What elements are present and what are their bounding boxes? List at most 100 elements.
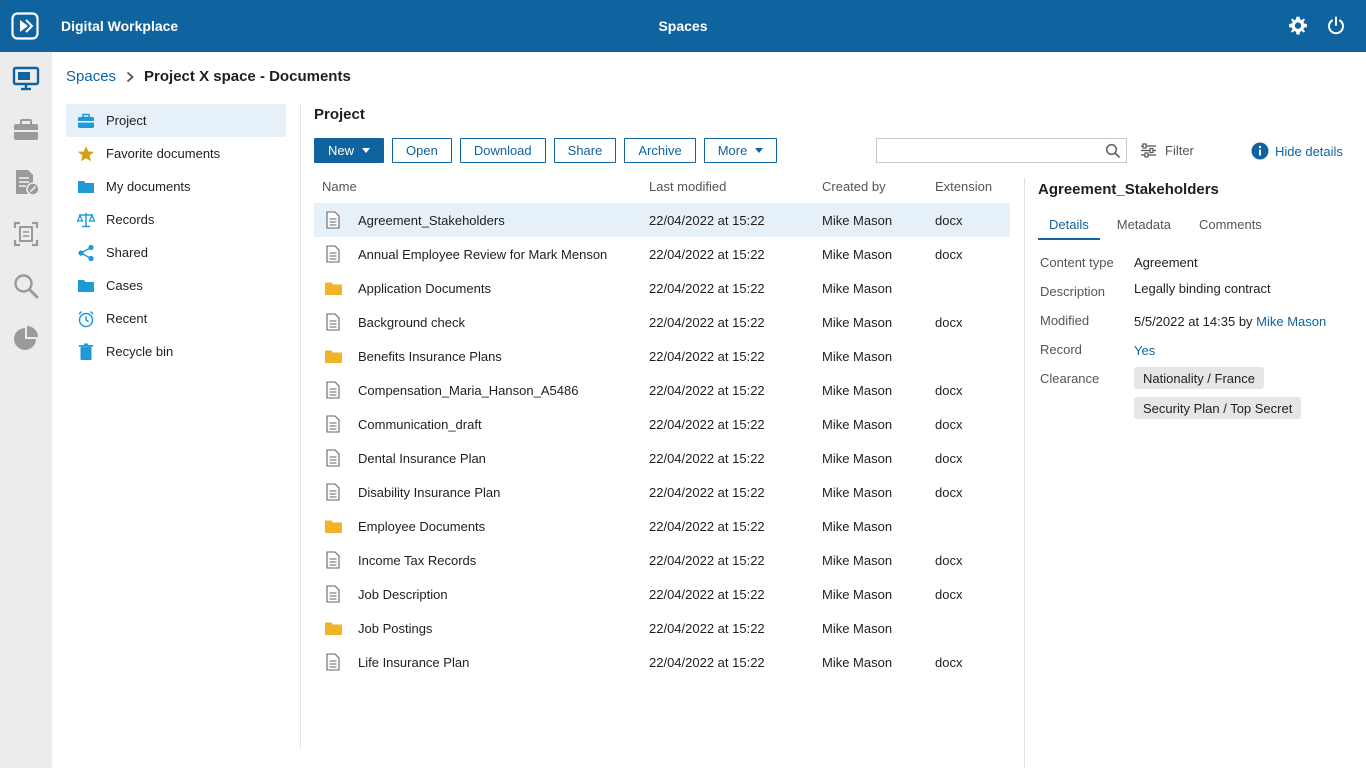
document-icon xyxy=(322,653,344,671)
row-created-by: Mike Mason xyxy=(822,484,893,500)
more-button-label: More xyxy=(717,143,748,158)
table-row[interactable]: Job Postings 22/04/2022 at 15:22 Mike Ma… xyxy=(314,611,1010,645)
app-logo-icon[interactable] xyxy=(11,12,39,40)
tab-comments[interactable]: Comments xyxy=(1188,212,1273,240)
row-extension: docx xyxy=(935,382,963,398)
breadcrumb: Spaces Project X space - Documents xyxy=(66,68,351,85)
chevron-right-icon xyxy=(126,71,134,82)
row-name: Job Postings xyxy=(358,620,433,636)
table-row[interactable]: Compensation_Maria_Hanson_A5486 22/04/20… xyxy=(314,373,1010,407)
folder-icon xyxy=(322,281,344,296)
table-row[interactable]: Agreement_Stakeholders 22/04/2022 at 15:… xyxy=(314,203,1010,237)
table-row[interactable]: Background check 22/04/2022 at 15:22 Mik… xyxy=(314,305,1010,339)
row-name: Application Documents xyxy=(358,280,491,296)
tree-item-recent[interactable]: Recent xyxy=(66,302,286,335)
scales-icon xyxy=(77,211,95,229)
details-title: Agreement_Stakeholders xyxy=(1038,181,1219,198)
row-extension: docx xyxy=(935,552,963,568)
hide-details-button[interactable]: Hide details xyxy=(1251,142,1343,160)
tree-item-shared[interactable]: Shared xyxy=(66,236,286,269)
row-created-by: Mike Mason xyxy=(822,450,893,466)
tree-item-favorites[interactable]: Favorite documents xyxy=(66,137,286,170)
table-row[interactable]: Annual Employee Review for Mark Menson 2… xyxy=(314,237,1010,271)
modified-by-link[interactable]: Mike Mason xyxy=(1256,314,1326,329)
pie-chart-icon xyxy=(14,326,38,350)
caret-down-icon xyxy=(362,148,371,153)
column-header-modified[interactable]: Last modified xyxy=(649,179,726,194)
row-extension: docx xyxy=(935,212,963,228)
row-created-by: Mike Mason xyxy=(822,586,893,602)
breadcrumb-current: Project X space - Documents xyxy=(144,68,351,85)
share-button[interactable]: Share xyxy=(553,138,617,163)
rail-cases[interactable] xyxy=(10,114,42,146)
divider xyxy=(300,104,301,748)
tree-item-project[interactable]: Project xyxy=(66,104,286,137)
folder-icon xyxy=(77,277,95,295)
description-label: Description xyxy=(1040,284,1106,299)
tree-item-my-documents[interactable]: My documents xyxy=(66,170,286,203)
table-row[interactable]: Application Documents 22/04/2022 at 15:2… xyxy=(314,271,1010,305)
column-header-extension[interactable]: Extension xyxy=(935,179,992,194)
download-button[interactable]: Download xyxy=(459,138,546,163)
row-modified: 22/04/2022 at 15:22 xyxy=(649,382,765,398)
table-row[interactable]: Employee Documents 22/04/2022 at 15:22 M… xyxy=(314,509,1010,543)
table-row[interactable]: Disability Insurance Plan 22/04/2022 at … xyxy=(314,475,1010,509)
tree-item-cases[interactable]: Cases xyxy=(66,269,286,302)
column-header-created-by[interactable]: Created by xyxy=(822,179,886,194)
row-modified: 22/04/2022 at 15:22 xyxy=(649,212,765,228)
folder-icon xyxy=(322,349,344,364)
power-icon[interactable] xyxy=(1326,16,1346,36)
row-created-by: Mike Mason xyxy=(822,280,893,296)
filter-button[interactable]: Filter xyxy=(1140,143,1194,158)
row-created-by: Mike Mason xyxy=(822,348,893,364)
gear-icon[interactable] xyxy=(1288,16,1308,36)
table-row[interactable]: Benefits Insurance Plans 22/04/2022 at 1… xyxy=(314,339,1010,373)
rail-reports[interactable] xyxy=(10,322,42,354)
clearance-chip: Nationality / France xyxy=(1134,367,1264,389)
rail-scan[interactable] xyxy=(10,218,42,250)
table-row[interactable]: Job Description 22/04/2022 at 15:22 Mike… xyxy=(314,577,1010,611)
search-icon xyxy=(14,274,39,299)
row-created-by: Mike Mason xyxy=(822,314,893,330)
rail-documents[interactable] xyxy=(10,166,42,198)
tree-item-records[interactable]: Records xyxy=(66,203,286,236)
document-icon xyxy=(322,245,344,263)
document-icon xyxy=(322,483,344,501)
left-rail xyxy=(0,52,52,768)
row-name: Communication_draft xyxy=(358,416,482,432)
row-created-by: Mike Mason xyxy=(822,654,893,670)
new-button[interactable]: New xyxy=(314,138,385,163)
record-value[interactable]: Yes xyxy=(1134,343,1155,358)
rail-workplace[interactable] xyxy=(10,62,42,94)
row-name: Employee Documents xyxy=(358,518,486,534)
row-modified: 22/04/2022 at 15:22 xyxy=(649,586,765,602)
tab-metadata[interactable]: Metadata xyxy=(1106,212,1182,240)
folder-icon xyxy=(77,178,95,196)
row-extension: docx xyxy=(935,314,963,330)
star-icon xyxy=(77,145,95,163)
row-modified: 22/04/2022 at 15:22 xyxy=(649,450,765,466)
row-created-by: Mike Mason xyxy=(822,246,893,262)
open-button[interactable]: Open xyxy=(392,138,452,163)
table-row[interactable]: Dental Insurance Plan 22/04/2022 at 15:2… xyxy=(314,441,1010,475)
row-name: Background check xyxy=(358,314,465,330)
tree-item-label: Favorite documents xyxy=(106,146,221,161)
more-button[interactable]: More xyxy=(703,138,778,163)
archive-button[interactable]: Archive xyxy=(624,138,696,163)
search-icon[interactable] xyxy=(1105,143,1121,159)
row-name: Life Insurance Plan xyxy=(358,654,470,670)
document-icon xyxy=(322,551,344,569)
search-input[interactable] xyxy=(877,139,1097,162)
table-row[interactable]: Income Tax Records 22/04/2022 at 15:22 M… xyxy=(314,543,1010,577)
rail-search[interactable] xyxy=(10,270,42,302)
breadcrumb-spaces-link[interactable]: Spaces xyxy=(66,68,116,85)
tab-details[interactable]: Details xyxy=(1038,212,1100,240)
tree-item-label: Records xyxy=(106,212,155,227)
row-modified: 22/04/2022 at 15:22 xyxy=(649,280,765,296)
column-header-name[interactable]: Name xyxy=(322,179,357,194)
table-row[interactable]: Life Insurance Plan 22/04/2022 at 15:22 … xyxy=(314,645,1010,679)
table-row[interactable]: Communication_draft 22/04/2022 at 15:22 … xyxy=(314,407,1010,441)
tree-item-recycle-bin[interactable]: Recycle bin xyxy=(66,335,286,368)
monitor-icon xyxy=(12,66,40,91)
scan-document-icon xyxy=(13,221,39,247)
